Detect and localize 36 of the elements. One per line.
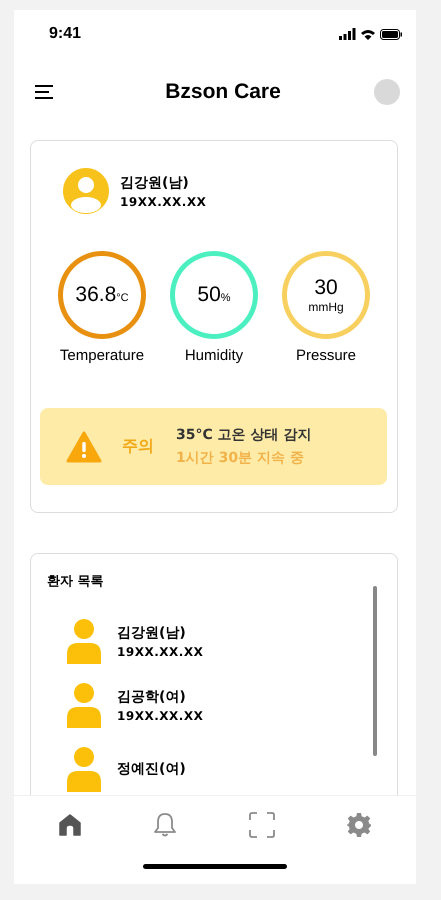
- alert-label: 주의: [122, 436, 154, 457]
- patient-row[interactable]: 김강원(남) 19XX.XX.XX: [65, 618, 265, 664]
- warning-icon: [66, 430, 102, 462]
- list-title: 환자 목록: [47, 573, 105, 590]
- status-time: 9:41: [49, 25, 82, 43]
- patient-name: 김강원(남): [120, 174, 190, 192]
- patient-name: 정예진(여): [117, 760, 186, 778]
- wifi-icon: [361, 28, 375, 40]
- metric-unit: °C: [116, 292, 129, 304]
- alert-detail: 1시간 30분 지속 중: [176, 449, 305, 467]
- metric-label: Temperature: [60, 347, 144, 364]
- patient-birthdate: 19XX.XX.XX: [120, 194, 206, 208]
- alert-title: 35°C 고온 상태 감지: [176, 426, 312, 444]
- patient-row[interactable]: 김공학(여) 19XX.XX.XX: [65, 682, 265, 728]
- battery-icon: [380, 28, 402, 40]
- person-icon: [65, 618, 103, 664]
- avatar-icon: [62, 167, 110, 215]
- metric-value: 50: [197, 283, 221, 307]
- metric-value: 36.8: [75, 283, 116, 307]
- patient-name: 김강원(남): [117, 624, 187, 642]
- metric-label: Pressure: [296, 347, 356, 364]
- menu-icon[interactable]: [34, 84, 54, 100]
- person-icon: [65, 746, 103, 792]
- patient-birthdate: 19XX.XX.XX: [117, 644, 204, 658]
- app-title: Bzson Care: [165, 80, 281, 104]
- metric-unit: %: [220, 292, 231, 304]
- metric-value: 30: [314, 276, 338, 300]
- patient-birthdate: 19XX.XX.XX: [117, 708, 204, 722]
- person-icon: [65, 682, 103, 728]
- metric-label: Humidity: [184, 347, 244, 364]
- scrollbar[interactable]: [373, 586, 377, 756]
- patient-row[interactable]: 정예진(여): [65, 746, 265, 792]
- metric-unit: mmHg: [308, 300, 344, 314]
- scan-tab[interactable]: [246, 810, 277, 840]
- patient-name: 김공학(여): [117, 688, 187, 706]
- signal-icon: [339, 28, 356, 40]
